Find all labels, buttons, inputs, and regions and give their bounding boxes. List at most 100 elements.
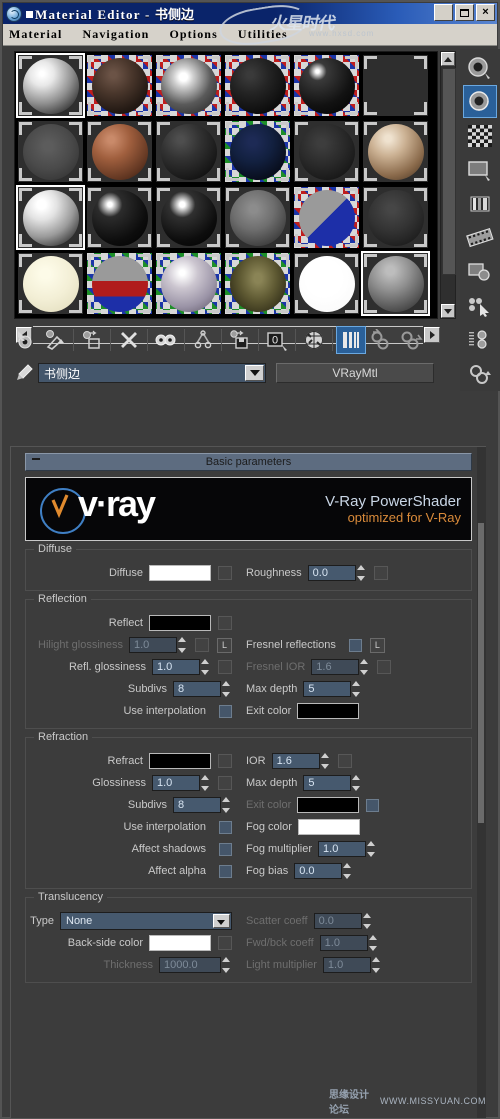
material-type-button[interactable]: VRayMtl xyxy=(276,363,434,383)
param-checkbox[interactable] xyxy=(366,798,380,812)
color-swatch[interactable] xyxy=(297,703,360,719)
numeric-field[interactable]: 5 xyxy=(303,775,352,791)
numeric-field[interactable]: 1.0 xyxy=(152,659,200,675)
sample-slot-15[interactable] xyxy=(154,185,223,250)
go-to-parent-button[interactable] xyxy=(366,326,396,354)
sample-slot-19[interactable] xyxy=(16,251,85,316)
reset-map-material-button[interactable] xyxy=(114,326,144,354)
spinner-control[interactable] xyxy=(371,957,382,973)
map-button[interactable] xyxy=(218,616,232,630)
panel-scrollbar[interactable] xyxy=(477,447,486,1118)
spinner-control[interactable] xyxy=(178,637,188,653)
sample-slot-24[interactable] xyxy=(361,251,430,316)
put-material-to-scene-button[interactable] xyxy=(40,326,70,354)
restore-button[interactable] xyxy=(455,4,474,21)
map-button[interactable] xyxy=(218,776,232,790)
make-preview-button[interactable] xyxy=(463,221,497,254)
minimize-button[interactable] xyxy=(434,4,453,21)
sample-slot-17[interactable] xyxy=(292,185,361,250)
slot-vertical-scrollbar[interactable] xyxy=(440,51,456,319)
menu-item-navigation[interactable]: Navigation xyxy=(82,27,149,42)
sample-slot-13[interactable] xyxy=(16,185,85,250)
sample-slot-21[interactable] xyxy=(154,251,223,316)
sample-slot-10[interactable] xyxy=(223,119,292,184)
sample-uv-tiling-button[interactable] xyxy=(463,153,497,186)
menu-item-utilities[interactable]: Utilities xyxy=(238,27,288,42)
sample-slot-1[interactable] xyxy=(16,53,85,118)
map-button[interactable] xyxy=(218,936,232,950)
numeric-field[interactable]: 1.0 xyxy=(322,957,371,973)
sample-slot-22[interactable] xyxy=(223,251,292,316)
material-name-dropdown-arrow[interactable] xyxy=(245,365,264,381)
spinner-control[interactable] xyxy=(201,775,211,791)
param-checkbox[interactable] xyxy=(219,820,232,834)
spinner-control[interactable] xyxy=(352,775,362,791)
sample-slot-20[interactable] xyxy=(85,251,154,316)
spinner-control[interactable] xyxy=(222,681,232,697)
slot-scroll-down-button[interactable] xyxy=(441,304,455,318)
lock-button[interactable]: L xyxy=(369,637,385,653)
map-button[interactable] xyxy=(218,566,232,580)
sample-slot-16[interactable] xyxy=(223,185,292,250)
select-by-material-button[interactable] xyxy=(463,289,497,322)
menu-item-options[interactable]: Options xyxy=(169,27,217,42)
eyedropper-icon[interactable] xyxy=(10,362,38,384)
slot-scroll-thumb[interactable] xyxy=(442,68,456,275)
spinner-control[interactable] xyxy=(343,863,353,879)
sample-slot-8[interactable] xyxy=(85,119,154,184)
lock-button[interactable]: L xyxy=(217,637,232,653)
make-material-copy-button[interactable] xyxy=(151,326,181,354)
sample-slot-3[interactable] xyxy=(154,53,223,118)
spinner-control[interactable] xyxy=(222,797,232,813)
map-button[interactable] xyxy=(218,754,232,768)
sample-slot-18[interactable] xyxy=(361,185,430,250)
spinner-control[interactable] xyxy=(362,913,373,929)
sample-slot-9[interactable] xyxy=(154,119,223,184)
background-button[interactable] xyxy=(463,119,497,152)
spinner-control[interactable] xyxy=(356,565,367,581)
param-checkbox[interactable] xyxy=(219,842,232,856)
panel-scroll-thumb[interactable] xyxy=(478,523,484,823)
options-button[interactable] xyxy=(463,255,497,288)
assign-material-to-selection-button[interactable] xyxy=(77,326,107,354)
make-unique-button[interactable] xyxy=(188,326,218,354)
sample-slot-7[interactable] xyxy=(16,119,85,184)
sample-slot-4[interactable] xyxy=(223,53,292,118)
sample-slot-11[interactable] xyxy=(292,119,361,184)
show-map-in-viewport-button[interactable] xyxy=(299,326,329,354)
slot-scroll-up-button[interactable] xyxy=(441,52,455,66)
chevron-down-icon[interactable] xyxy=(213,914,230,928)
sample-slot-5[interactable] xyxy=(292,53,361,118)
sample-slot-12[interactable] xyxy=(361,119,430,184)
color-swatch[interactable] xyxy=(149,935,211,951)
spinner-control[interactable] xyxy=(367,841,377,857)
basic-parameters-rollout-header[interactable]: Basic parameters xyxy=(25,453,472,471)
numeric-field[interactable]: 8 xyxy=(173,681,221,697)
sample-slot-14[interactable] xyxy=(85,185,154,250)
put-to-library-button[interactable] xyxy=(225,326,255,354)
param-checkbox[interactable] xyxy=(348,638,362,652)
spinner-control[interactable] xyxy=(368,935,379,951)
backlight-button[interactable] xyxy=(463,85,497,118)
menu-item-material[interactable]: Material xyxy=(9,27,62,42)
spinner-control[interactable] xyxy=(201,659,211,675)
numeric-field[interactable]: 8 xyxy=(173,797,221,813)
numeric-field[interactable]: 1.0 xyxy=(129,637,177,653)
get-material-button[interactable] xyxy=(10,326,40,354)
spinner-control[interactable] xyxy=(360,659,370,675)
numeric-field[interactable]: 1.0 xyxy=(319,935,368,951)
show-end-result-button[interactable] xyxy=(336,326,366,354)
param-checkbox[interactable] xyxy=(219,704,232,718)
go-forward-to-sibling-button[interactable] xyxy=(396,326,426,354)
sample-slot-6[interactable] xyxy=(361,53,430,118)
numeric-field[interactable]: 1.0 xyxy=(152,775,200,791)
color-swatch[interactable] xyxy=(297,819,360,835)
color-swatch[interactable] xyxy=(297,797,360,813)
material-name-field[interactable]: 书侧边 xyxy=(38,363,266,383)
sample-slot-23[interactable] xyxy=(292,251,361,316)
sample-type-button[interactable] xyxy=(463,51,497,84)
dropdown-select[interactable]: None xyxy=(60,912,232,930)
numeric-field[interactable]: 1.0 xyxy=(318,841,367,857)
material-effects-channel-button[interactable]: 0 xyxy=(262,326,292,354)
numeric-field[interactable]: 1.6 xyxy=(271,753,320,769)
